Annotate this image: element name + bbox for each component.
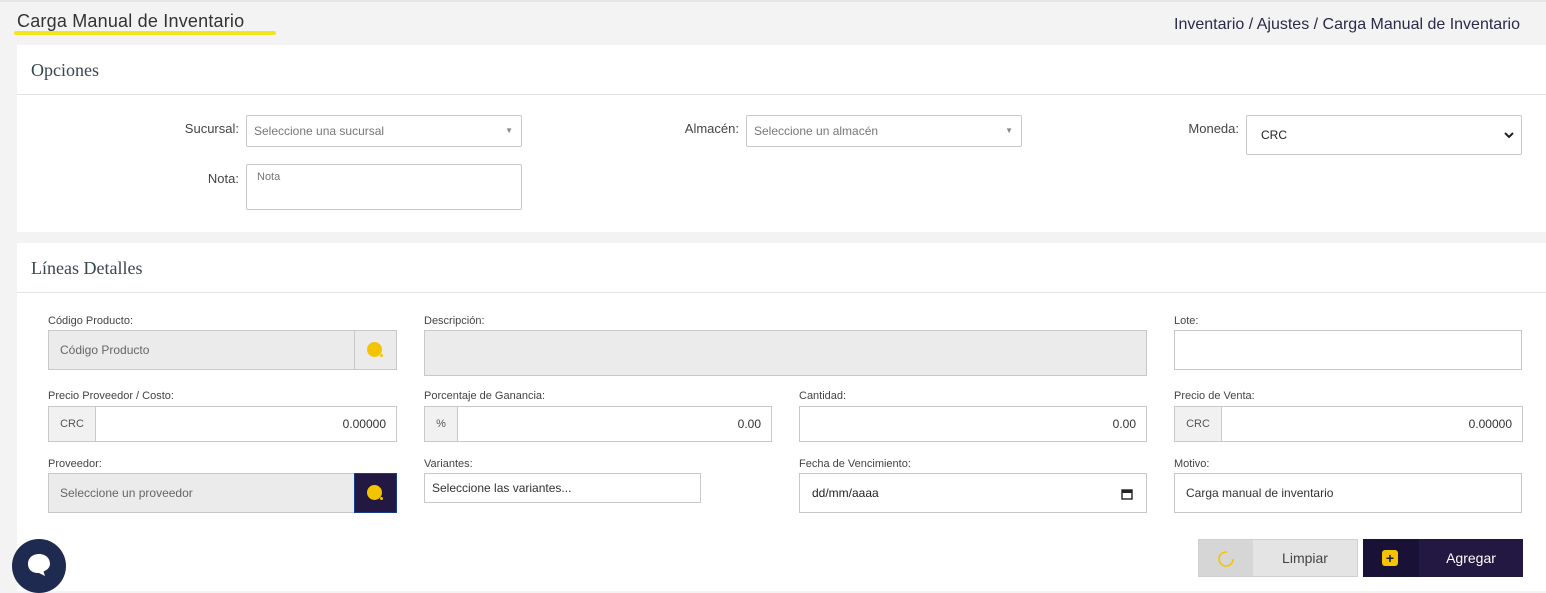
motivo-input[interactable]: Carga manual de inventario — [1174, 473, 1522, 513]
sucursal-select[interactable]: Seleccione una sucursal ▼ — [246, 115, 522, 147]
codigo-search-button[interactable] — [354, 330, 397, 370]
proveedor-label: Proveedor: — [48, 458, 102, 470]
lineas-title: Líneas Detalles — [17, 243, 1546, 293]
sucursal-label: Sucursal: — [184, 121, 239, 136]
moneda-select[interactable]: CRC — [1246, 115, 1522, 155]
motivo-label: Motivo: — [1174, 458, 1210, 470]
codigo-placeholder: Código Producto — [60, 343, 150, 357]
porcentaje-value: 0.00 — [737, 417, 761, 431]
cantidad-label: Cantidad: — [799, 390, 847, 402]
chevron-down-icon — [1504, 132, 1514, 139]
calendar-icon[interactable] — [1121, 488, 1133, 500]
variantes-select[interactable]: Seleccione las variantes... — [424, 473, 701, 503]
agregar-button[interactable]: + Agregar — [1363, 539, 1523, 577]
precio-proveedor-label: Precio Proveedor / Costo: — [48, 390, 174, 402]
title-underline — [14, 31, 276, 35]
descripcion-label: Descripción: — [424, 315, 485, 327]
page-title: Carga Manual de Inventario — [17, 11, 245, 31]
lote-input[interactable] — [1174, 330, 1522, 370]
variantes-placeholder: Seleccione las variantes... — [432, 481, 572, 495]
fecha-label: Fecha de Vencimiento: — [799, 458, 911, 470]
currency-addon: CRC — [48, 406, 96, 442]
motivo-value: Carga manual de inventario — [1186, 486, 1334, 500]
breadcrumb[interactable]: Inventario / Ajustes / Carga Manual de I… — [1174, 16, 1520, 34]
nota-label: Nota: — [207, 171, 239, 186]
plus-icon: + — [1363, 539, 1419, 577]
precio-venta-label: Precio de Venta: — [1174, 390, 1255, 402]
limpiar-button[interactable]: Limpiar — [1198, 539, 1358, 577]
chat-icon — [28, 554, 50, 576]
cantidad-input[interactable]: 0.00 — [799, 406, 1147, 442]
descripcion-input[interactable] — [424, 330, 1147, 376]
precio-proveedor-value: 0.00000 — [342, 417, 386, 431]
percent-addon: % — [424, 406, 458, 442]
agregar-label: Agregar — [1446, 550, 1496, 566]
almacen-label: Almacén: — [684, 121, 739, 136]
cantidad-value: 0.00 — [1112, 417, 1136, 431]
precio-venta-input[interactable]: 0.00000 — [1221, 406, 1523, 442]
currency-addon: CRC — [1174, 406, 1222, 442]
precio-proveedor-input[interactable]: 0.00000 — [95, 406, 397, 442]
limpiar-label: Limpiar — [1282, 550, 1328, 566]
sucursal-placeholder: Seleccione una sucursal — [254, 124, 385, 138]
codigo-label: Código Producto: — [48, 315, 133, 327]
caret-down-icon: ▼ — [505, 126, 513, 135]
nota-placeholder: Nota — [257, 171, 281, 183]
refresh-icon — [1199, 540, 1253, 576]
fecha-input[interactable]: dd/mm/aaaa — [799, 473, 1147, 513]
nota-textarea[interactable]: Nota — [246, 164, 522, 210]
almacen-placeholder: Seleccione un almacén — [754, 124, 879, 138]
porcentaje-label: Porcentaje de Ganancia: — [424, 390, 546, 402]
caret-down-icon: ▼ — [1005, 126, 1013, 135]
codigo-input[interactable]: Código Producto — [48, 330, 355, 370]
precio-venta-value: 0.00000 — [1468, 417, 1512, 431]
proveedor-placeholder: Seleccione un proveedor — [60, 486, 193, 500]
opciones-title: Opciones — [17, 45, 1546, 95]
variantes-label: Variantes: — [424, 458, 473, 470]
porcentaje-input[interactable]: 0.00 — [457, 406, 772, 442]
proveedor-input[interactable]: Seleccione un proveedor — [48, 473, 355, 513]
fecha-placeholder: dd/mm/aaaa — [812, 486, 879, 500]
almacen-select[interactable]: Seleccione un almacén ▼ — [746, 115, 1022, 147]
moneda-label: Moneda: — [1188, 121, 1239, 136]
top-border — [0, 0, 1546, 2]
moneda-value: CRC — [1261, 128, 1287, 142]
proveedor-search-button[interactable] — [354, 473, 397, 513]
lote-label: Lote: — [1174, 315, 1199, 327]
chat-widget-button[interactable] — [12, 539, 66, 593]
